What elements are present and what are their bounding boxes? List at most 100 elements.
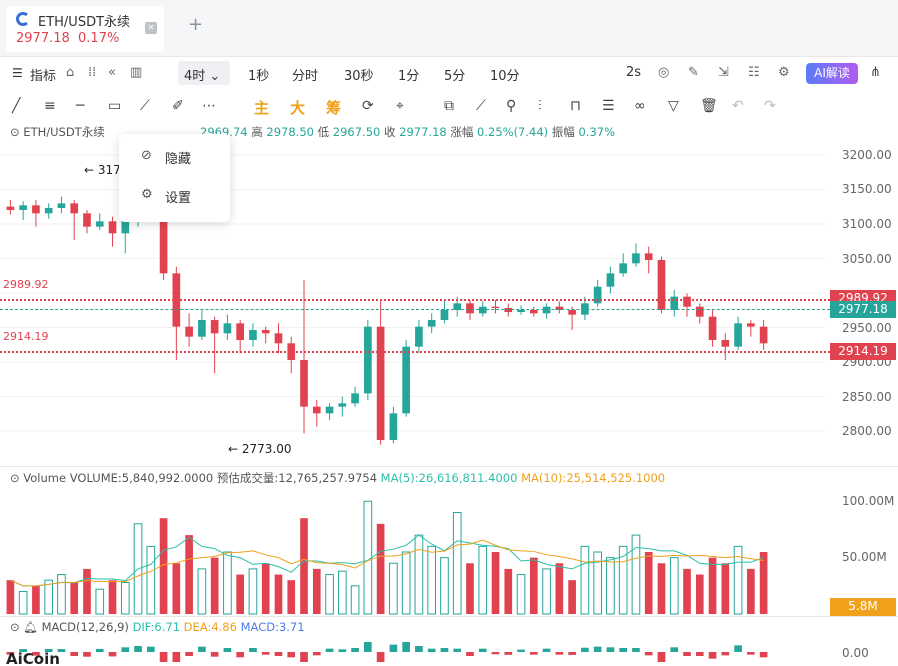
price-axis-3050: 3050.00 — [842, 252, 892, 266]
macd-dif: DIF:6.71 — [132, 620, 181, 634]
volume-axis-100m: 100.00M — [842, 494, 895, 508]
macd-bar — [249, 648, 257, 652]
candle-body — [121, 220, 130, 234]
volume-collapse-icon[interactable]: ⊙ — [10, 471, 20, 485]
candle-body — [427, 320, 436, 327]
volume-bar — [146, 545, 156, 615]
volume-bar — [708, 557, 717, 614]
candle-body — [6, 206, 15, 210]
candle-body — [44, 208, 53, 214]
price-axis-3150: 3150.00 — [842, 182, 892, 196]
candle-body — [185, 326, 193, 337]
menu-settings[interactable]: 设置 — [165, 187, 191, 206]
volume-bar — [6, 580, 15, 614]
macd-collapse-icon[interactable]: ⊙ — [10, 620, 20, 634]
candle-body — [57, 203, 66, 208]
macd-bar — [593, 646, 602, 652]
volume-bar — [568, 580, 576, 614]
context-menu: ⊘ 隐藏 ⚙ 设置 — [119, 134, 230, 222]
volume-bar — [223, 551, 232, 615]
volume-bar — [70, 582, 79, 614]
macd-bar — [364, 642, 372, 652]
candle-body — [491, 306, 500, 308]
volume-bar — [108, 580, 117, 614]
volume-bar — [414, 534, 424, 615]
macd-bar — [223, 648, 232, 652]
volume-bar — [300, 518, 308, 614]
candle-body — [606, 273, 615, 287]
candle-body — [236, 323, 245, 340]
volume-bar — [287, 580, 296, 614]
macd-bar — [606, 647, 615, 652]
volume-bar — [95, 588, 105, 615]
macd-bar — [466, 652, 474, 656]
volume-bar — [759, 552, 768, 614]
volume-ma5: MA(5):26,616,811.4000 — [380, 471, 518, 485]
volume-bar — [440, 557, 449, 615]
candle-body — [632, 253, 640, 264]
lower-level-line[interactable] — [0, 351, 830, 353]
macd-bar — [185, 652, 193, 656]
candle-body — [300, 360, 308, 407]
volume-bar — [529, 557, 538, 614]
macd-bar — [683, 652, 691, 656]
macd-bar — [338, 649, 347, 652]
lower-level-tag: 2914.19 — [830, 343, 896, 360]
candle-body — [19, 205, 27, 210]
candle-body — [32, 205, 40, 214]
macd-bar — [759, 652, 768, 658]
chart-canvas[interactable] — [0, 0, 898, 666]
volume-bar — [389, 562, 398, 615]
low-marker: ← 2773.00 — [228, 442, 292, 456]
candle-body — [83, 213, 91, 227]
candle-body — [223, 323, 232, 334]
upper-level-line[interactable] — [0, 299, 830, 301]
macd-bar — [159, 652, 168, 662]
macd-bar — [517, 649, 525, 652]
macd-bar — [708, 652, 717, 659]
macd-bar — [236, 652, 245, 658]
candle-body — [70, 203, 79, 214]
volume-bar — [261, 563, 270, 614]
macd-label: MACD(12,26,9) — [41, 620, 129, 634]
macd-bar — [83, 652, 91, 657]
volume-bar — [44, 579, 54, 615]
volume-bar — [57, 574, 66, 615]
candle-body — [312, 406, 321, 414]
current-price-line — [0, 309, 830, 310]
macd-bar — [542, 648, 551, 652]
macd-bar — [478, 648, 487, 652]
candle-body — [478, 306, 487, 314]
candle-body — [402, 346, 410, 414]
volume-info: ⊙ Volume VOLUME:5,840,992.0000 预估成交量:12,… — [10, 470, 665, 486]
candle-body — [568, 310, 576, 315]
volume-bar — [491, 552, 500, 614]
candle-body — [108, 221, 117, 234]
macd-bar — [146, 646, 155, 652]
candle-body — [440, 310, 449, 320]
price-axis-2950: 2950.00 — [842, 321, 892, 335]
macd-bar — [657, 652, 666, 662]
price-axis-2800: 2800.00 — [842, 424, 892, 438]
macd-dea: DEA:4.86 — [183, 620, 237, 634]
macd-bar — [300, 652, 308, 662]
volume-bar — [721, 563, 730, 614]
macd-bar — [581, 647, 589, 652]
lower-level-label: 2914.19 — [3, 330, 49, 343]
volume-bar — [683, 568, 691, 614]
eye-off-icon: ⊘ — [141, 148, 152, 163]
volume-bar — [350, 585, 360, 615]
candle-body — [542, 306, 551, 314]
candle-body — [364, 326, 372, 394]
volume-separator — [0, 466, 898, 467]
macd-value: MACD:3.71 — [240, 620, 305, 634]
candle-body — [338, 403, 347, 407]
volume-bar — [452, 512, 462, 615]
macd-bar — [198, 646, 206, 652]
bell-icon[interactable]: 🔔︎ — [23, 620, 38, 634]
macd-bar — [108, 652, 117, 657]
volume-bar — [504, 568, 513, 614]
candle-body — [389, 413, 398, 440]
menu-hide[interactable]: 隐藏 — [165, 148, 191, 167]
candle-body — [721, 340, 730, 347]
